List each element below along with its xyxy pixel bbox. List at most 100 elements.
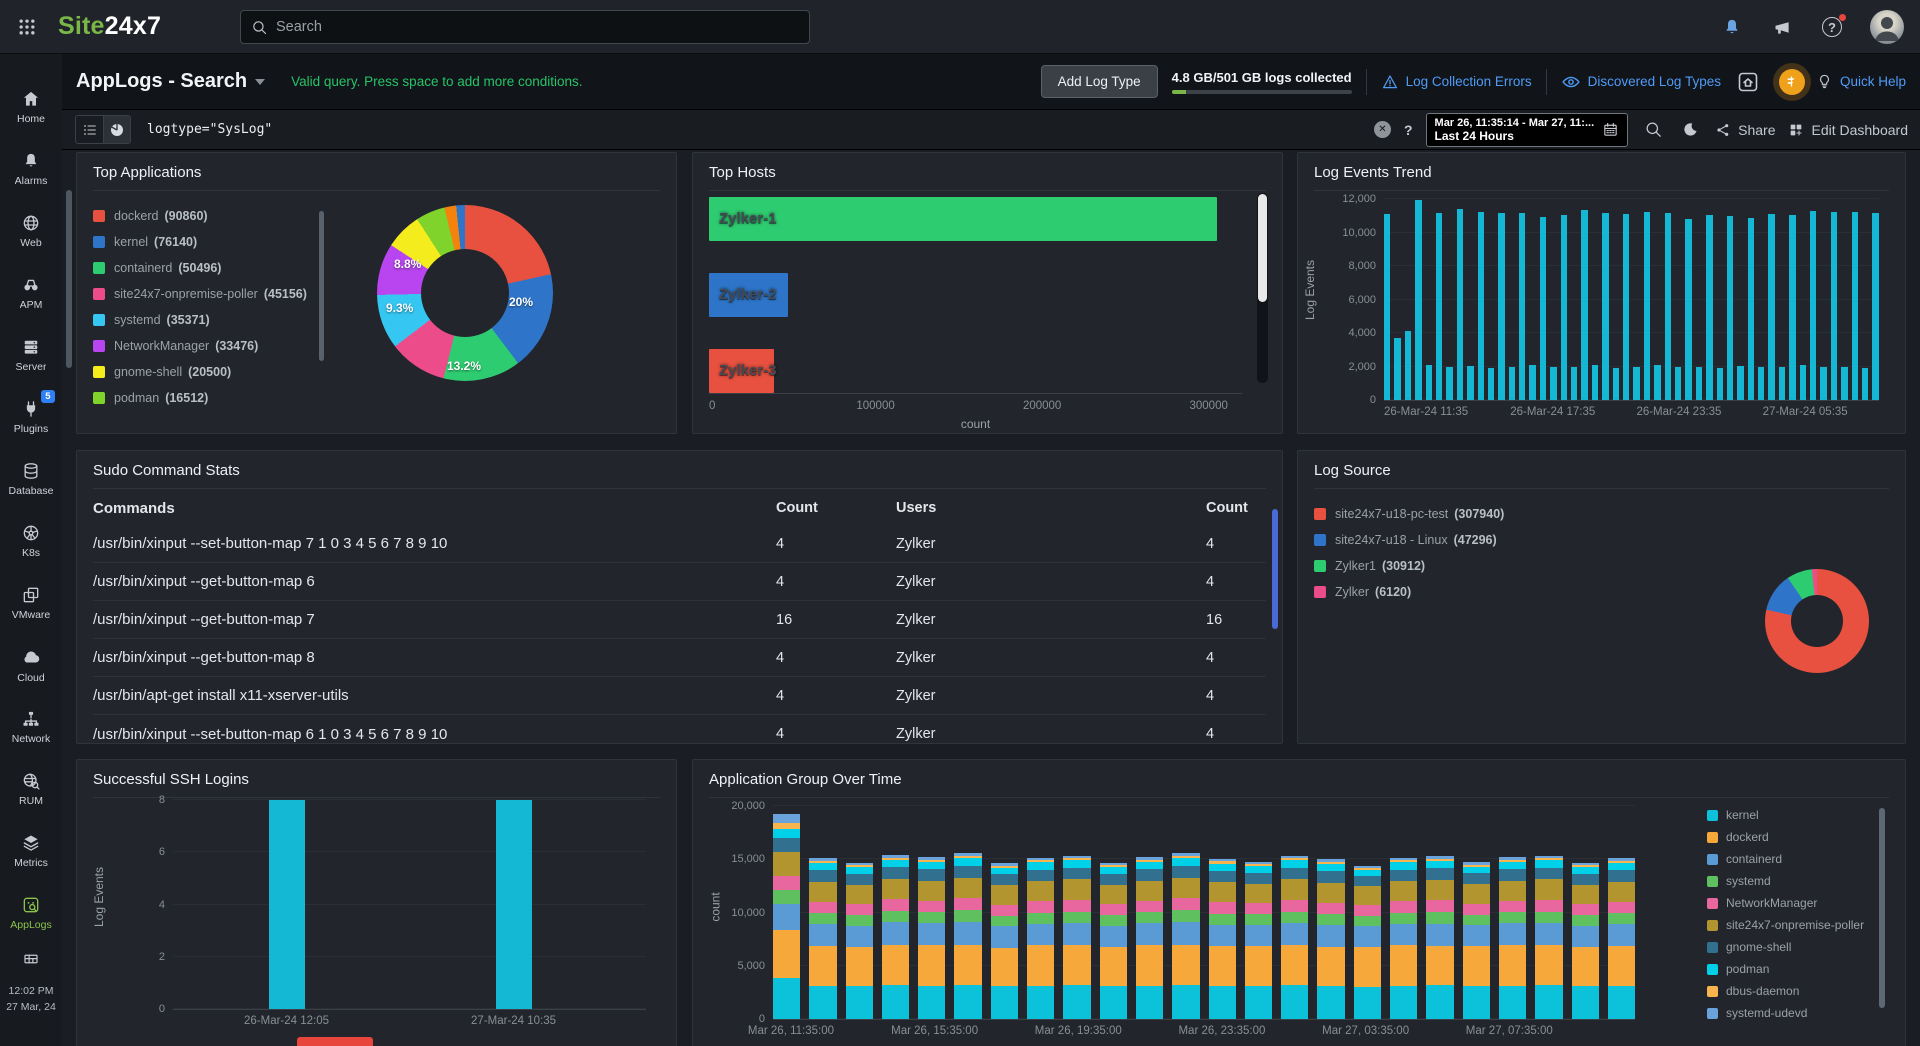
legend-item[interactable]: NetworkManager(33476): [93, 333, 307, 359]
ssh-logins-plot[interactable]: 26-Mar-24 12:05 27-Mar-24 10:35 02468: [173, 800, 646, 1010]
top-applications-donut[interactable]: [377, 205, 553, 381]
ssh-bar[interactable]: [269, 800, 305, 1009]
sidebar-item-network[interactable]: Network: [0, 696, 62, 758]
announcements-megaphone-icon[interactable]: [1770, 15, 1794, 39]
quick-help[interactable]: Quick Help: [1775, 69, 1906, 95]
query-input[interactable]: logtype="SysLog": [147, 122, 272, 137]
sudo-table-scrollbar[interactable]: [1272, 509, 1278, 629]
sidebar-item-server[interactable]: Server: [0, 324, 62, 386]
legend-item[interactable]: systemd(35371): [93, 307, 307, 333]
stacked-bar[interactable]: [918, 857, 945, 1019]
legend-item[interactable]: site24x7-u18 - Linux(47296): [1314, 527, 1504, 553]
stacked-bar[interactable]: [1100, 863, 1127, 1019]
dashboard-search-icon[interactable]: [1641, 118, 1665, 142]
stacked-bar[interactable]: [1390, 858, 1417, 1019]
sidebar-item-alarms[interactable]: Alarms: [0, 138, 62, 200]
query-list-icon[interactable]: [76, 116, 103, 143]
home-dashboard-icon[interactable]: [1735, 69, 1761, 95]
legend-item[interactable]: containerd(50496): [93, 255, 307, 281]
application-group-bars[interactable]: [773, 806, 1635, 1019]
stacked-bar[interactable]: [1499, 857, 1526, 1019]
stacked-bar[interactable]: [1245, 862, 1272, 1019]
stacked-bar[interactable]: [991, 863, 1018, 1019]
sidebar-item-database[interactable]: Database: [0, 448, 62, 510]
stacked-bar[interactable]: [1426, 856, 1453, 1019]
legend-scrollbar[interactable]: [319, 211, 324, 361]
legend-item[interactable]: dbus-daemon: [1707, 980, 1864, 1002]
legend-item[interactable]: site24x7-onpremise-poller: [1707, 914, 1864, 936]
sidebar-item-web[interactable]: Web: [0, 200, 62, 262]
stacked-bar[interactable]: [1209, 859, 1236, 1019]
sidebar-item-home[interactable]: Home: [0, 76, 62, 138]
top-hosts-scrollbar[interactable]: [1257, 193, 1268, 383]
dark-mode-moon-icon[interactable]: [1678, 118, 1702, 142]
sidebar-item-apm[interactable]: APM: [0, 262, 62, 324]
global-search[interactable]: [240, 10, 810, 44]
share-button[interactable]: Share: [1715, 122, 1775, 138]
host-bar[interactable]: Zylker-3: [709, 349, 774, 393]
stacked-bar[interactable]: [1572, 863, 1599, 1019]
query-chart-view-icon[interactable]: [103, 116, 130, 143]
status-page-icon[interactable]: [22, 950, 40, 968]
stacked-bar[interactable]: [773, 814, 800, 1019]
content-scrollbar[interactable]: [66, 190, 72, 368]
stacked-bar[interactable]: [809, 858, 836, 1019]
discovered-log-types-link[interactable]: Discovered Log Types: [1561, 72, 1721, 92]
legend-item[interactable]: podman: [1707, 958, 1864, 980]
legend-item[interactable]: kernel: [1707, 804, 1864, 826]
log-collection-errors-link[interactable]: Log Collection Errors: [1381, 73, 1532, 91]
host-bar[interactable]: Zylker-2: [709, 273, 788, 317]
stacked-bar[interactable]: [1063, 856, 1090, 1019]
legend-item[interactable]: site24x7-u18-pc-test(307940): [1314, 501, 1504, 527]
notifications-bell-icon[interactable]: [1720, 15, 1744, 39]
legend-item[interactable]: podman(16512): [93, 385, 307, 411]
sidebar-item-rum[interactable]: RUM: [0, 758, 62, 820]
help-icon[interactable]: ?: [1820, 15, 1844, 39]
host-bar[interactable]: Zylker-1: [709, 197, 1217, 241]
user-avatar[interactable]: [1870, 10, 1904, 44]
log-events-trend-bars[interactable]: [1384, 199, 1879, 400]
edit-dashboard-button[interactable]: Edit Dashboard: [1788, 122, 1908, 138]
log-events-trend-plot[interactable]: 26-Mar-24 11:3526-Mar-24 17:3526-Mar-24 …: [1384, 199, 1879, 401]
legend-item[interactable]: systemd-udevd: [1707, 1002, 1864, 1024]
legend-item[interactable]: kernel(76140): [93, 229, 307, 255]
log-usage[interactable]: 4.8 GB/501 GB logs collected: [1172, 70, 1352, 94]
sidebar-item-vmware[interactable]: VMware: [0, 572, 62, 634]
query-help-icon[interactable]: ?: [1404, 122, 1413, 138]
stacked-bar[interactable]: [1027, 858, 1054, 1019]
legend-item[interactable]: gnome-shell(20500): [93, 359, 307, 385]
application-group-plot[interactable]: Mar 26, 11:35:00Mar 26, 15:35:00Mar 26, …: [773, 806, 1635, 1020]
legend-scrollbar[interactable]: [1879, 808, 1885, 1008]
log-source-donut[interactable]: [1765, 569, 1869, 673]
search-input[interactable]: [276, 19, 799, 35]
quick-help-signpost-icon[interactable]: [1779, 69, 1805, 95]
site24x7-logo[interactable]: Site24x7: [58, 12, 161, 41]
sidebar-item-k8s[interactable]: K8s: [0, 510, 62, 572]
date-range-picker[interactable]: Mar 26, 11:35:14 - Mar 27, 11:... Last 2…: [1426, 113, 1629, 147]
apps-grid-icon[interactable]: [12, 12, 42, 42]
page-title-dropdown[interactable]: AppLogs - Search: [76, 70, 265, 93]
ssh-bar[interactable]: [496, 800, 532, 1009]
stacked-bar[interactable]: [846, 863, 873, 1019]
stacked-bar[interactable]: [1608, 858, 1635, 1019]
legend-item[interactable]: NetworkManager: [1707, 892, 1864, 914]
legend-item[interactable]: Zylker1(30912): [1314, 553, 1504, 579]
sidebar-item-plugins[interactable]: Plugins 5: [0, 386, 62, 448]
stacked-bar[interactable]: [1354, 866, 1381, 1019]
sidebar-item-metrics[interactable]: Metrics: [0, 820, 62, 882]
stacked-bar[interactable]: [1317, 859, 1344, 1019]
top-hosts-bars[interactable]: Zylker-1 Zylker-2 Zylker-3: [709, 197, 1242, 425]
legend-item[interactable]: dockerd: [1707, 826, 1864, 848]
legend-item[interactable]: dockerd(90860): [93, 203, 307, 229]
legend-item[interactable]: gnome-shell: [1707, 936, 1864, 958]
stacked-bar[interactable]: [1535, 856, 1562, 1019]
legend-item[interactable]: systemd: [1707, 870, 1864, 892]
legend-item[interactable]: site24x7-onpremise-poller(45156): [93, 281, 307, 307]
legend-item[interactable]: Zylker(6120): [1314, 579, 1504, 605]
add-log-type-button[interactable]: Add Log Type: [1041, 65, 1158, 98]
stacked-bar[interactable]: [882, 855, 909, 1019]
clear-query-icon[interactable]: ✕: [1374, 121, 1391, 138]
sidebar-item-applogs[interactable]: AppLogs: [0, 882, 62, 944]
stacked-bar[interactable]: [1463, 862, 1490, 1019]
stacked-bar[interactable]: [1136, 857, 1163, 1019]
